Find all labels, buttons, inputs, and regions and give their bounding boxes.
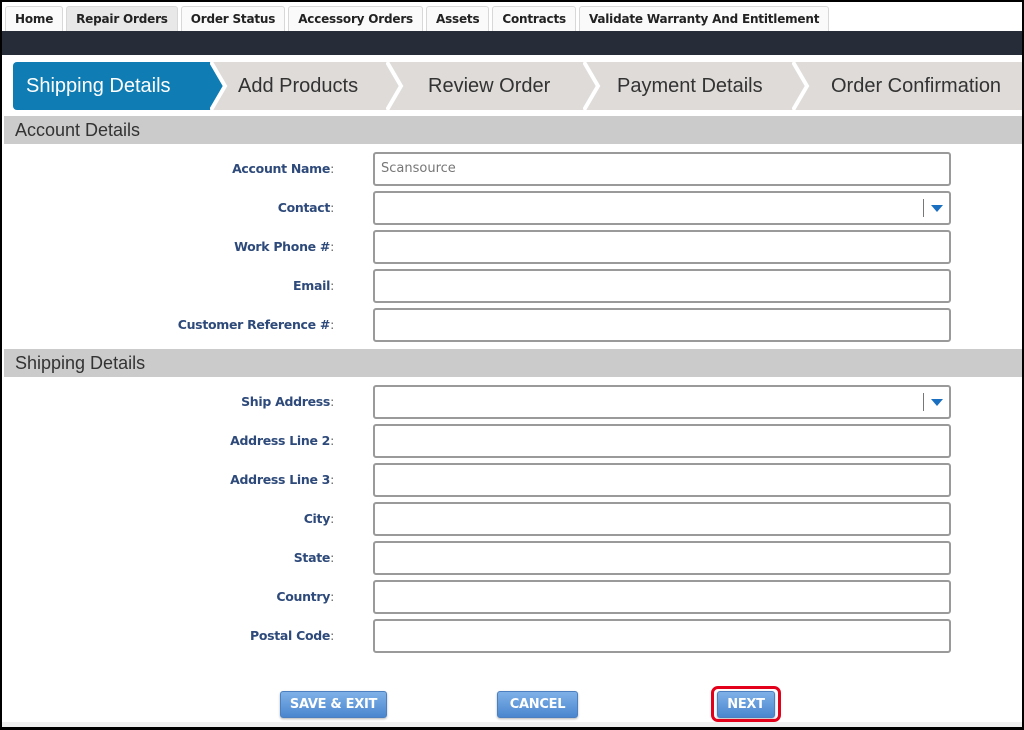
ship-address-label: Ship Address: xyxy=(241,394,334,409)
step-add-products[interactable]: Add Products xyxy=(238,62,358,110)
ship-address-select[interactable] xyxy=(373,385,951,419)
contact-select[interactable] xyxy=(373,191,951,225)
chevron-down-icon xyxy=(931,399,943,406)
work-phone-input[interactable] xyxy=(373,230,951,264)
tab-contracts[interactable]: Contracts xyxy=(492,6,576,31)
step-separator-icon xyxy=(210,62,228,110)
country-input[interactable] xyxy=(373,580,951,614)
contact-row: Contact: xyxy=(2,191,1022,225)
tab-assets[interactable]: Assets xyxy=(426,6,490,31)
address-line-3-label: Address Line 3: xyxy=(230,472,334,487)
account-name-input[interactable]: Scansource xyxy=(373,152,951,186)
ship-address-row: Ship Address: xyxy=(2,385,1022,419)
tab-accessory-orders[interactable]: Accessory Orders xyxy=(288,6,423,31)
email-row: Email: xyxy=(2,269,1022,303)
account-name-row: Account Name: Scansource xyxy=(2,152,1022,186)
email-label: Email: xyxy=(293,278,334,293)
postal-code-row: Postal Code: xyxy=(2,619,1022,653)
divider xyxy=(923,199,924,217)
step-shipping-details[interactable]: Shipping Details xyxy=(26,62,171,110)
city-row: City: xyxy=(2,502,1022,536)
next-button-highlight xyxy=(711,686,781,722)
step-separator-icon xyxy=(386,62,404,110)
address-line-2-input[interactable] xyxy=(373,424,951,458)
address-line-2-row: Address Line 2: xyxy=(2,424,1022,458)
customer-reference-input[interactable] xyxy=(373,308,951,342)
city-label: City: xyxy=(303,511,335,526)
tab-validate-warranty[interactable]: Validate Warranty And Entitlement xyxy=(578,6,830,31)
city-input[interactable] xyxy=(373,502,951,536)
top-nav-tabs: Home Repair Orders Order Status Accessor… xyxy=(2,2,1022,31)
ship-address-dropdown-button[interactable] xyxy=(923,387,949,417)
divider xyxy=(923,393,924,411)
email-input[interactable] xyxy=(373,269,951,303)
wizard-steps: Shipping Details Add Products Review Ord… xyxy=(13,62,1022,110)
chevron-down-icon xyxy=(931,205,943,212)
work-phone-label: Work Phone #: xyxy=(234,239,334,254)
step-review-order[interactable]: Review Order xyxy=(428,62,550,110)
contact-dropdown-button[interactable] xyxy=(923,193,949,223)
state-input[interactable] xyxy=(373,541,951,575)
state-row: State: xyxy=(2,541,1022,575)
contact-label: Contact: xyxy=(277,200,335,215)
step-payment-details[interactable]: Payment Details xyxy=(617,62,763,110)
customer-reference-row: Customer Reference #: xyxy=(2,308,1022,342)
account-details-header: Account Details xyxy=(4,116,1022,144)
work-phone-row: Work Phone #: xyxy=(2,230,1022,264)
state-label: State: xyxy=(293,550,335,565)
address-line-3-input[interactable] xyxy=(373,463,951,497)
address-line-3-row: Address Line 3: xyxy=(2,463,1022,497)
shipping-details-header: Shipping Details xyxy=(4,349,1022,377)
save-exit-button[interactable]: SAVE & EXIT xyxy=(280,691,387,718)
tab-order-status[interactable]: Order Status xyxy=(180,6,286,31)
header-bar xyxy=(2,31,1022,55)
country-label: Country: xyxy=(276,589,334,604)
step-separator-icon xyxy=(583,62,601,110)
address-line-2-label: Address Line 2: xyxy=(230,433,334,448)
step-separator-icon xyxy=(792,62,810,110)
postal-code-label: Postal Code: xyxy=(249,628,334,643)
customer-reference-label: Customer Reference #: xyxy=(177,317,335,332)
page-frame: Home Repair Orders Order Status Accessor… xyxy=(2,2,1022,727)
account-name-label: Account Name: xyxy=(232,161,334,176)
postal-code-input[interactable] xyxy=(373,619,951,653)
tab-home[interactable]: Home xyxy=(5,6,64,31)
country-row: Country: xyxy=(2,580,1022,614)
footer-strip xyxy=(2,722,1022,727)
step-order-confirmation[interactable]: Order Confirmation xyxy=(831,62,1001,110)
tab-repair-orders[interactable]: Repair Orders xyxy=(66,6,178,31)
cancel-button[interactable]: CANCEL xyxy=(497,691,578,718)
